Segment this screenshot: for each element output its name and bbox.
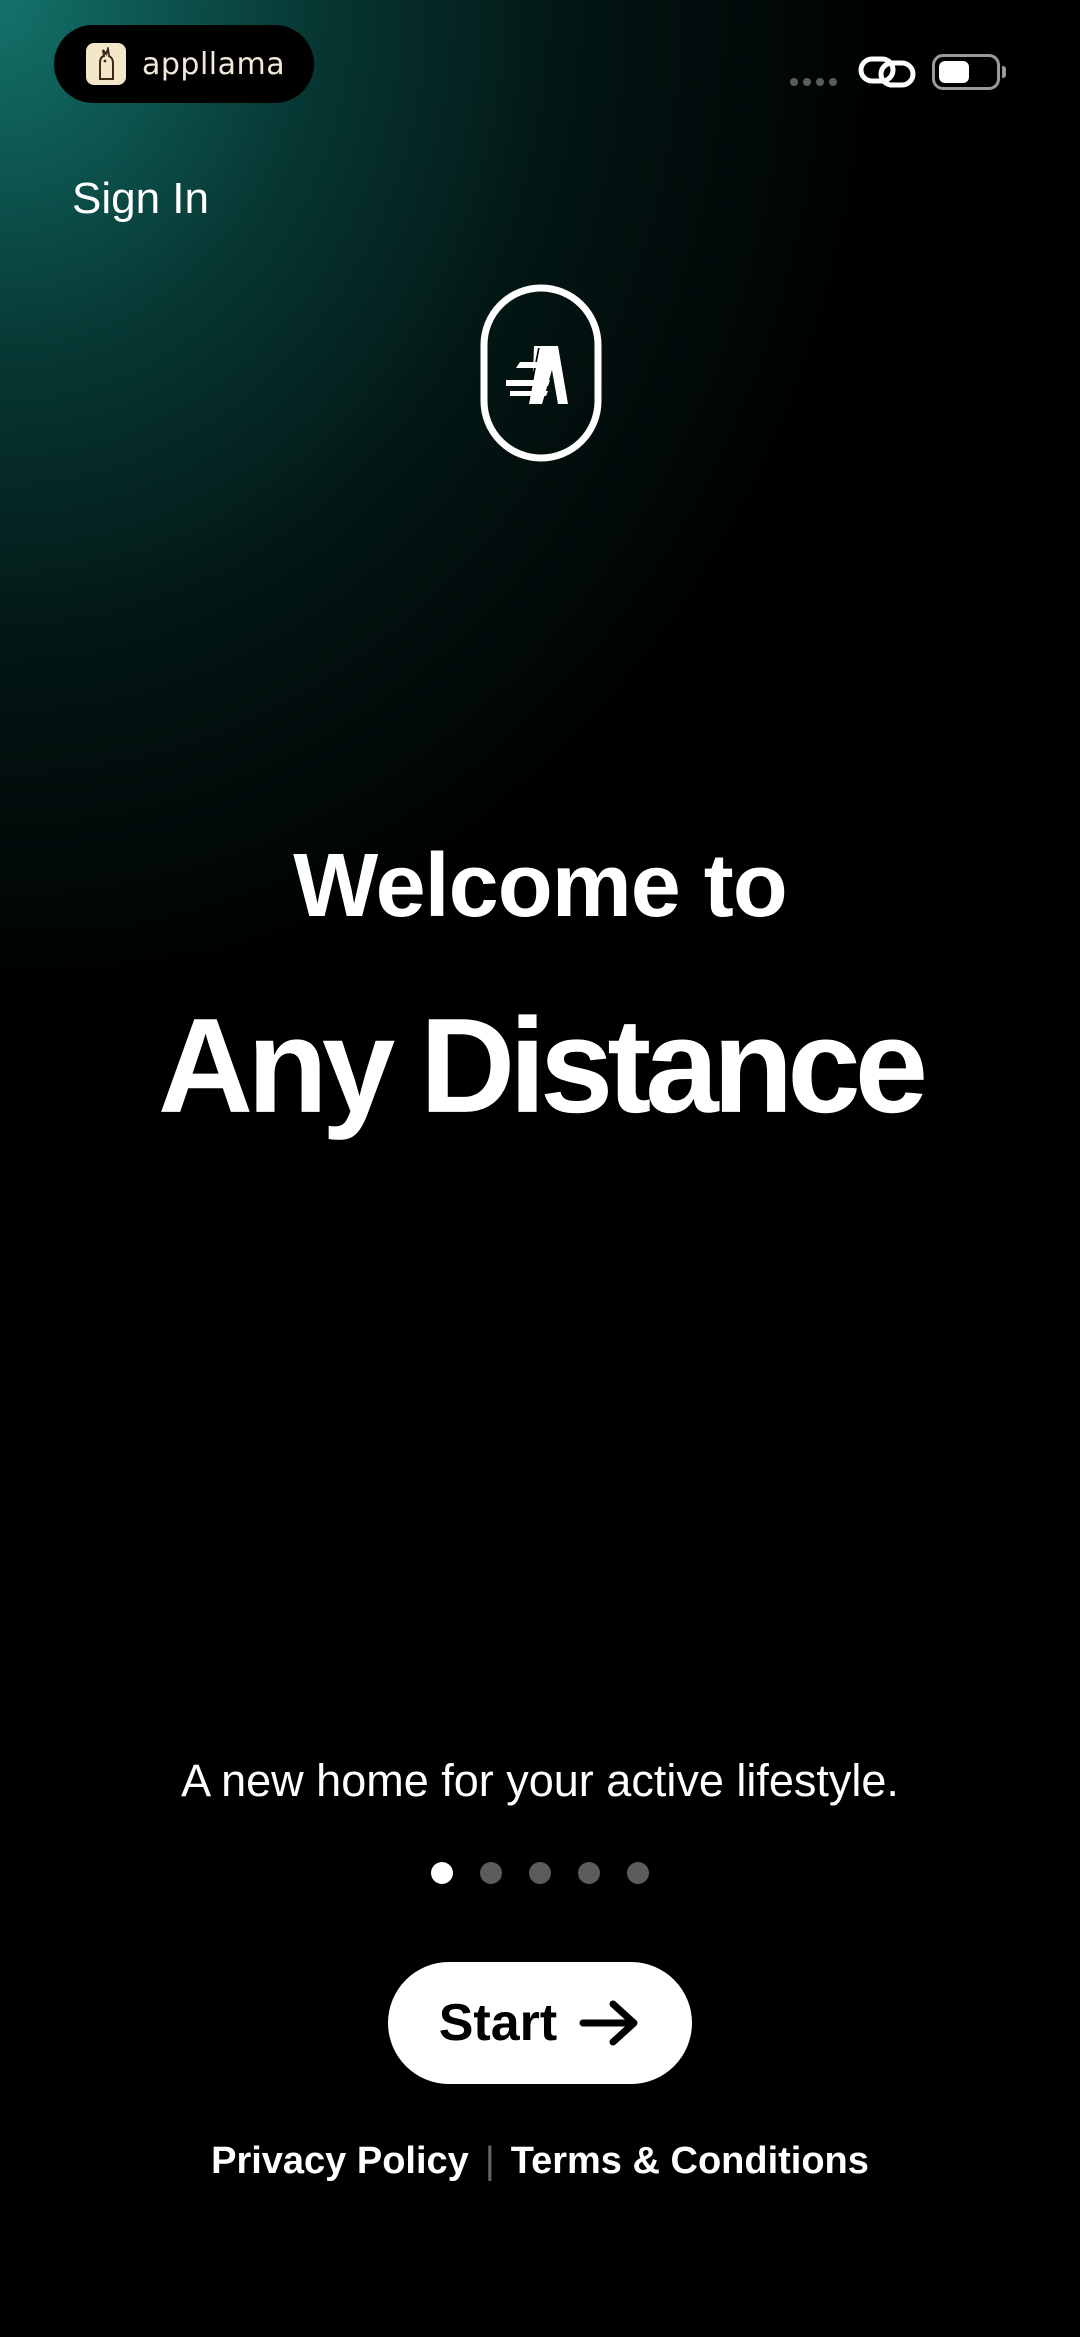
arrow-right-icon xyxy=(579,2000,638,2046)
link-icon xyxy=(858,56,916,88)
llama-icon xyxy=(86,43,126,85)
start-button[interactable]: Start xyxy=(388,1962,692,2084)
signal-dots xyxy=(790,78,837,86)
any-distance-logo xyxy=(480,284,602,462)
page-dot[interactable] xyxy=(529,1862,551,1884)
start-label: Start xyxy=(438,1994,558,2052)
page-dot[interactable] xyxy=(480,1862,502,1884)
battery-icon xyxy=(932,54,1000,90)
privacy-policy-link[interactable]: Privacy Policy xyxy=(211,2140,469,2183)
battery-level xyxy=(939,61,969,83)
page-dot[interactable] xyxy=(431,1862,453,1884)
welcome-heading: Welcome to xyxy=(293,836,787,936)
page-indicator xyxy=(0,1862,1080,1884)
tagline: A new home for your active lifestyle. xyxy=(181,1755,899,1806)
page-dot[interactable] xyxy=(578,1862,600,1884)
battery-cap xyxy=(1002,66,1006,78)
brand-pill: appllama xyxy=(54,25,314,103)
sign-in-button[interactable]: Sign In xyxy=(72,174,209,224)
page-dot[interactable] xyxy=(627,1862,649,1884)
footer-links: Privacy Policy | Terms & Conditions xyxy=(0,2140,1080,2183)
app-title: Any Distance xyxy=(157,990,928,1141)
terms-link[interactable]: Terms & Conditions xyxy=(511,2140,869,2183)
footer-separator: | xyxy=(484,2140,495,2182)
brand-name: appllama xyxy=(142,46,286,82)
